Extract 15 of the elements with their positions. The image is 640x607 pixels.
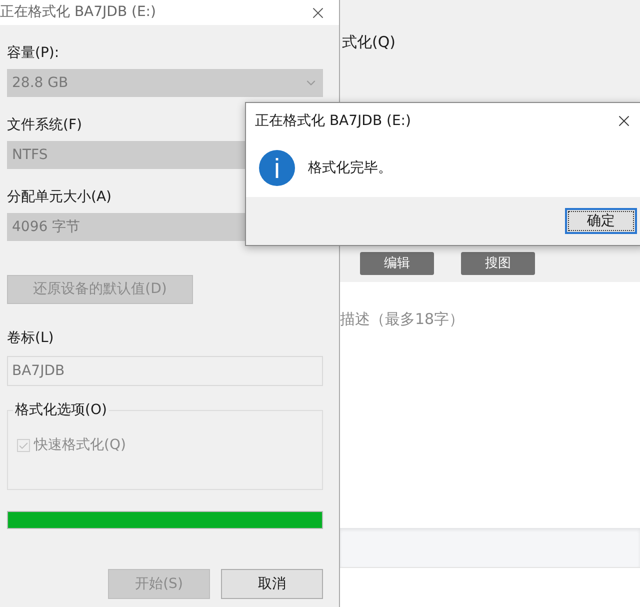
option-label: 式化(Q) — [341, 33, 396, 51]
volume-label-field[interactable]: BA7JDB — [7, 356, 323, 386]
toolbar-button[interactable]: 编辑 — [360, 252, 434, 275]
dropdown[interactable]: 28.8 GB — [7, 69, 323, 97]
group-title: 格式化选项(O) — [13, 401, 109, 419]
window-title: 正在格式化 BA7JDB (E:) — [0, 3, 156, 22]
field-label: 文件系统(F) — [7, 116, 82, 135]
field-label: 分配单元大小(A) — [7, 188, 112, 207]
toolbar-button[interactable]: 搜图 — [461, 252, 535, 275]
field-label: 卷标(L) — [7, 329, 55, 348]
window-title: 正在格式化 BA7JDB (E:) — [255, 112, 411, 130]
dialog-button[interactable]: 取消 — [221, 569, 323, 599]
info-icon — [259, 150, 295, 186]
field-label: 容量(P): — [7, 44, 60, 63]
ok-button[interactable]: 确定 — [565, 208, 637, 234]
